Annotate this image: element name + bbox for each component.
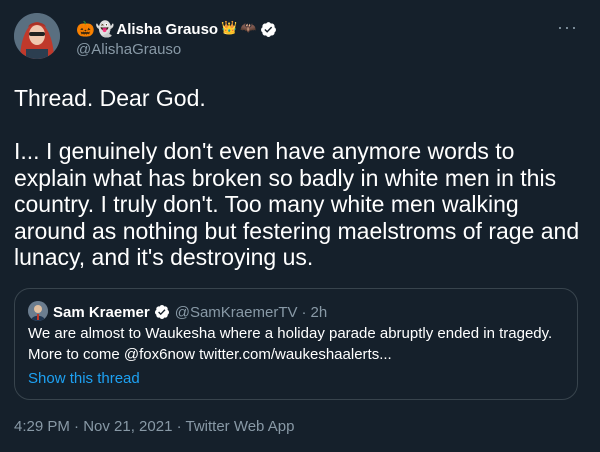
- quoted-text-line: We are almost to Waukesha where a holida…: [28, 325, 553, 342]
- show-thread-link[interactable]: Show this thread: [28, 370, 140, 387]
- quoted-author-handle: @SamKraemerTV: [174, 303, 298, 321]
- bat-icon: 🦇: [240, 21, 257, 36]
- tweet-text: Thread. Dear God. I... I genuinely don't…: [14, 85, 589, 271]
- avatar-image: [14, 13, 60, 59]
- tweet-paragraph: Thread. Dear God.: [14, 85, 206, 111]
- author-display-name[interactable]: Alisha Grauso: [116, 21, 218, 38]
- quoted-header: Sam Kraemer @SamKraemerTV · 2h: [53, 302, 327, 322]
- crown-icon: 👑: [221, 21, 238, 36]
- verified-badge-icon: [260, 21, 277, 38]
- tweet-card: 🎃 👻 Alisha Grauso 👑 🦇 @AlishaGrauso ··· …: [0, 0, 600, 452]
- quoted-separator: ·: [301, 303, 307, 321]
- author-avatar[interactable]: [14, 13, 60, 59]
- pumpkin-icon: 🎃: [76, 20, 95, 38]
- author-name-row[interactable]: 🎃 👻 Alisha Grauso 👑 🦇: [76, 18, 277, 40]
- quoted-author-avatar: [28, 301, 48, 321]
- quoted-text-line: More to come @fox6now twitter.com/waukes…: [28, 346, 392, 363]
- quoted-timestamp: 2h: [310, 303, 328, 321]
- author-handle[interactable]: @AlishaGrauso: [76, 41, 181, 58]
- more-options-icon[interactable]: ···: [557, 18, 578, 36]
- ghost-icon: 👻: [95, 20, 115, 38]
- quoted-tweet[interactable]: Sam Kraemer @SamKraemerTV · 2h We are al…: [14, 288, 578, 400]
- quoted-text: We are almost to Waukesha where a holida…: [28, 323, 568, 365]
- quoted-author-name: Sam Kraemer: [53, 303, 150, 321]
- quoted-verified-badge-icon: [154, 304, 170, 320]
- tweet-paragraph: I... I genuinely don't even have anymore…: [14, 138, 580, 270]
- quoted-avatar-image: [28, 301, 48, 321]
- tweet-timestamp[interactable]: 4:29 PM · Nov 21, 2021 · Twitter Web App: [14, 418, 294, 435]
